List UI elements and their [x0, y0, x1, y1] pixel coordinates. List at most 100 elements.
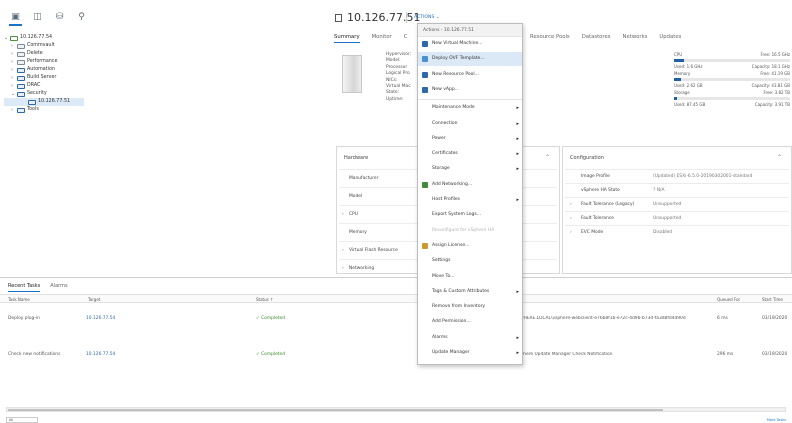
expand-icon[interactable]: › — [570, 202, 572, 207]
tree-item[interactable]: › Tools — [4, 106, 314, 114]
folder-icon — [17, 51, 25, 57]
actions-button[interactable]: ACTIONS ⌄ — [414, 15, 440, 20]
tab-datastores[interactable]: Datastores — [582, 34, 611, 40]
expand-icon[interactable]: › — [570, 230, 572, 235]
hardware-row-label: Memory — [349, 230, 367, 235]
tab-configure[interactable]: C — [404, 34, 408, 43]
host-icon — [17, 83, 25, 89]
menu-item[interactable]: Host Profiles ▸ — [418, 193, 522, 207]
menu-item[interactable]: Connection ▸ — [418, 117, 522, 131]
task-target-link[interactable]: 10.126.77.54 — [86, 352, 115, 357]
summary-label: Logical Pro — [386, 71, 410, 77]
tree-item[interactable]: › Performance — [4, 58, 314, 66]
stat-free: Free: 16.5 GHz — [760, 52, 791, 57]
tree-item[interactable]: ⌄ Security — [4, 90, 314, 98]
task-name: Deploy plug-in — [8, 316, 40, 321]
menu-item[interactable]: Add Networking... — [418, 178, 522, 192]
folder-icon — [17, 43, 25, 49]
task-filter-select[interactable]: All — [6, 417, 38, 423]
task-start-time: 03/19/2020 — [762, 352, 788, 357]
collapse-icon[interactable]: ⌃ — [545, 154, 550, 161]
menu-item[interactable]: Settings — [418, 254, 522, 268]
more-tasks-link[interactable]: More Tasks — [767, 418, 786, 422]
menu-item[interactable]: Remove from Inventory — [418, 300, 522, 314]
folder-icon — [17, 59, 25, 65]
tab-resource-pools[interactable]: Resource Pools — [530, 34, 570, 40]
stat-free: Free: 3.82 TB — [763, 90, 790, 95]
storage-icon[interactable]: ⛁ — [54, 12, 65, 22]
tree-item[interactable]: ⌄ 10.126.77.54 — [4, 34, 314, 42]
stat-used: Used: 87.45 GB — [674, 102, 706, 107]
vms-templates-icon[interactable]: ◫ — [32, 12, 43, 22]
column-status[interactable]: Status ↑ — [256, 297, 273, 302]
tree-item-label: Commvault — [27, 43, 55, 48]
task-queued-for: 6 ms — [717, 316, 728, 321]
host-icon — [17, 107, 25, 113]
column-task-name[interactable]: Task Name — [8, 297, 30, 302]
hardware-row-label: Virtual Flash Resource — [349, 248, 398, 253]
column-start-time[interactable]: Start Time — [762, 297, 783, 302]
scrollbar-thumb[interactable] — [8, 409, 663, 411]
tree-item[interactable]: › DRAC — [4, 82, 314, 90]
license-icon — [422, 242, 428, 249]
submenu-arrow-icon: ▸ — [516, 350, 519, 356]
menu-item[interactable]: Certificates ▸ — [418, 147, 522, 161]
stat-capacity: Capacity: 3.91 TB — [754, 102, 790, 107]
menu-item[interactable]: Tags & Custom Attributes ▸ — [418, 285, 522, 299]
tab-alarms[interactable]: Alarms — [50, 283, 67, 292]
menu-item[interactable]: Move To... — [418, 270, 522, 284]
tree-item-label: 10.126.77.51 — [38, 99, 71, 104]
configuration-row[interactable]: › Fault Tolerance Unsupported — [565, 211, 789, 225]
configuration-key-label: Fault Tolerance (Legacy) — [581, 202, 635, 207]
tab-monitor[interactable]: Monitor — [372, 34, 392, 43]
recent-tasks-panel: Recent Tasks Alarms Task Name Target Sta… — [0, 277, 792, 423]
menu-item[interactable]: New Resource Pool... — [418, 68, 522, 82]
task-target-link[interactable]: 10.126.77.54 — [86, 316, 115, 321]
menu-item[interactable]: New Virtual Machine... — [418, 37, 522, 51]
configuration-row[interactable]: › Fault Tolerance (Legacy) Unsupported — [565, 197, 789, 211]
configuration-key-label: EVC Mode — [581, 230, 604, 235]
menu-item[interactable]: New vApp... — [418, 83, 522, 97]
menu-item[interactable]: Update Manager ▸ — [418, 346, 522, 360]
hosts-clusters-icon[interactable]: ▣ — [9, 12, 22, 26]
configuration-value: Unsupported — [653, 202, 682, 207]
configuration-row: vSphere HA State ? N/A — [565, 183, 789, 197]
menu-item[interactable]: Assign License... — [418, 239, 522, 253]
task-status: ✓ Completed — [256, 352, 286, 357]
menu-item[interactable]: Maintenance Mode ▸ — [418, 101, 522, 115]
networking-icon[interactable]: ⚲ — [76, 12, 87, 22]
tree-item[interactable]: 10.126.77.51 — [4, 98, 84, 106]
stat-bar — [674, 97, 790, 100]
tab-recent-tasks[interactable]: Recent Tasks — [8, 283, 41, 292]
tree-item[interactable]: › Commvault — [4, 42, 314, 50]
menu-item[interactable]: Export System Logs... — [418, 208, 522, 222]
expand-icon[interactable]: › — [342, 248, 349, 253]
menu-item[interactable]: Alarms ▸ — [418, 331, 522, 345]
column-queued-for[interactable]: Queued For — [717, 297, 740, 302]
tab-networks[interactable]: Networks — [623, 34, 648, 40]
menu-item[interactable]: Power ▸ — [418, 132, 522, 146]
expand-icon[interactable]: › — [342, 212, 349, 217]
expand-icon[interactable]: › — [570, 216, 572, 221]
tree-item[interactable]: › Automation — [4, 66, 314, 74]
tree-item-label: 10.126.77.54 — [20, 35, 53, 40]
column-target[interactable]: Target — [88, 297, 100, 302]
horizontal-scrollbar[interactable] — [6, 407, 786, 412]
tab-summary[interactable]: Summary — [334, 34, 360, 43]
task-details: vSphere Update Manager Check Notificatio… — [515, 352, 613, 357]
vcenter-icon — [10, 35, 18, 41]
configuration-value: (Updated) ESXi-6.5.0-20190302001-standar… — [653, 174, 753, 179]
menu-item[interactable]: Storage ▸ — [418, 162, 522, 176]
configuration-row[interactable]: › EVC Mode Disabled — [565, 225, 789, 239]
tree-item[interactable]: › Build Server — [4, 74, 314, 82]
collapse-icon[interactable]: ⌃ — [777, 154, 782, 161]
tree-item[interactable]: › Delete — [4, 50, 314, 58]
expand-icon[interactable]: › — [342, 266, 349, 271]
inventory-tree: ⌄ 10.126.77.54 › Commvault › Delete › Performan… — [4, 34, 314, 114]
configuration-key-label: Fault Tolerance — [581, 216, 614, 221]
summary-label: Uptime: — [386, 96, 404, 102]
tree-item-label: Performance — [27, 59, 58, 64]
menu-item[interactable]: Deploy OVF Template... — [418, 52, 522, 67]
tab-updates[interactable]: Updates — [659, 34, 681, 40]
menu-item[interactable]: Add Permission... — [418, 315, 522, 329]
